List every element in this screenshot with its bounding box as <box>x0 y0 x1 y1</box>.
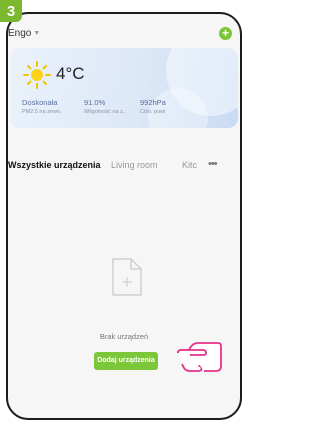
add-device-button[interactable]: Dodaj urządzenia <box>94 352 158 370</box>
empty-file-icon <box>112 258 142 296</box>
tab-living-room[interactable]: Living room <box>111 160 158 170</box>
sun-icon <box>23 61 51 89</box>
home-name: Engo <box>8 28 32 39</box>
stat-value: 992hPa <box>140 98 166 107</box>
room-tabs: Wszystkie urządzenia Living room Kitc ••… <box>8 158 240 174</box>
home-selector[interactable]: Engo ▼ <box>8 28 40 39</box>
step-number-badge: 3 <box>0 0 22 22</box>
pointing-hand-icon <box>177 342 222 372</box>
tab-kitchen[interactable]: Kitc <box>182 160 202 170</box>
stat-label: Ciśn. powi <box>140 109 166 115</box>
top-bar: Engo ▼ + <box>8 14 240 44</box>
tab-all-devices[interactable]: Wszystkie urządzenia <box>8 160 101 170</box>
stat-value: 91.0% <box>84 98 106 107</box>
temperature-value: 4°C <box>56 64 85 83</box>
stat-value: Doskonała <box>22 98 58 107</box>
more-icon[interactable]: ••• <box>208 158 218 170</box>
add-device-plus-icon[interactable]: + <box>219 27 232 40</box>
chevron-down-icon: ▼ <box>33 29 41 37</box>
stat-label: PM2.5 na zewn. <box>22 109 62 115</box>
weather-card: 4°C Doskonała PM2.5 na zewn. 91.0% Wilgo… <box>10 48 238 128</box>
stat-label: Wilgotność na z.. <box>84 109 126 115</box>
stat-pm25: Doskonała PM2.5 na zewn. <box>22 98 61 115</box>
stat-pressure: 992hPa Ciśn. powi <box>140 98 166 115</box>
stat-humidity: 91.0% Wilgotność na z.. <box>84 98 126 115</box>
